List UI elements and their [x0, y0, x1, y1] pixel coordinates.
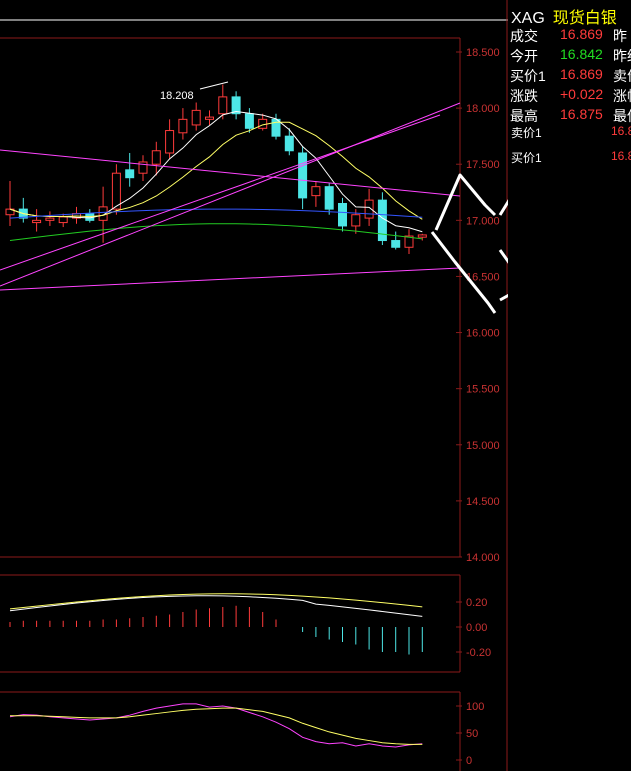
- instrument-name: 现货白银: [552, 10, 617, 27]
- macd-tick-label: -0.20: [466, 647, 491, 659]
- quote-value: 16.869: [560, 66, 603, 82]
- trend-line: [0, 102, 461, 287]
- quote-label: 最高: [510, 108, 538, 124]
- price-tick-label: 14.500: [466, 496, 500, 508]
- candle-body: [191, 109, 201, 126]
- quote-label-secondary: 昨结: [613, 48, 631, 64]
- ma10-line: [9, 121, 423, 220]
- annotation-leader: [199, 81, 229, 90]
- candle-body: [218, 96, 228, 115]
- quote-label: 成交: [510, 28, 538, 44]
- candle-body: [324, 186, 334, 210]
- ma60-line: [9, 223, 423, 242]
- quote-label: 涨跌: [510, 88, 538, 104]
- quote-panel: XAG 现货白银 成交 16.869 昨今开 16.842 昨结买价1 16.869 卖价涨跌…: [508, 0, 631, 771]
- kdj-tick-label: 50: [466, 728, 478, 740]
- candle-body: [284, 135, 294, 152]
- price-tick-label: 16.000: [466, 328, 500, 340]
- candle-body: [391, 240, 401, 248]
- kdj-tick-label: 0: [466, 755, 472, 767]
- candle-body: [125, 169, 135, 179]
- price-tick-label: 18.000: [466, 103, 500, 115]
- price-tick-label: 17.500: [466, 159, 500, 171]
- kdj-d-line: [10, 707, 423, 745]
- candle-body: [32, 219, 42, 224]
- candle-body: [58, 216, 68, 224]
- kdj-tick-label: 100: [466, 701, 484, 713]
- candle-body: [351, 214, 361, 227]
- candle-body: [338, 203, 347, 227]
- candle-body: [205, 116, 214, 120]
- candle-body: [178, 118, 188, 134]
- quote-value: 16.869: [560, 26, 603, 42]
- macd-tick-label: 0.20: [466, 597, 487, 609]
- kdj-k-line: [9, 703, 423, 748]
- candle-body: [244, 113, 254, 129]
- quote-label-secondary: 最低: [613, 108, 631, 124]
- instrument-code: XAG: [511, 10, 545, 27]
- ask-label: 卖价1: [511, 126, 542, 140]
- trend-line: [0, 114, 441, 271]
- candle-body: [165, 130, 175, 154]
- quote-label: 买价1: [510, 68, 546, 84]
- bid-label: 买价1: [511, 151, 542, 165]
- quote-value: 16.842: [560, 46, 603, 62]
- price-tick-label: 15.500: [466, 384, 500, 396]
- candle-body: [45, 217, 55, 221]
- ask-value: 16.8: [611, 124, 631, 138]
- quote-label-secondary: 卖价: [613, 68, 631, 84]
- quote-value: +0.022: [560, 86, 604, 102]
- candle-body: [311, 186, 321, 197]
- bid-value: 16.8: [611, 149, 631, 163]
- price-tick-label: 18.500: [466, 47, 500, 59]
- instrument-header: XAG 现货白银: [511, 4, 617, 28]
- price-tick-label: 17.000: [466, 215, 500, 227]
- macd-tick-label: 0.00: [466, 622, 487, 634]
- quote-label: 今开: [510, 48, 538, 64]
- price-tick-label: 15.000: [466, 440, 500, 452]
- candle-body: [151, 150, 161, 165]
- quote-label-secondary: 涨幅: [613, 88, 631, 104]
- high-annotation: 18.208: [160, 90, 194, 102]
- macd-dif-line: [9, 595, 423, 617]
- price-chart[interactable]: 18.50018.00017.50017.00016.50016.00015.5…: [0, 0, 508, 771]
- candle-body: [298, 152, 308, 199]
- quote-value: 16.875: [560, 106, 603, 122]
- candle-body: [111, 172, 121, 210]
- quote-label-secondary: 昨: [613, 28, 627, 44]
- trend-line: [0, 267, 461, 291]
- candle-body: [417, 234, 427, 238]
- price-tick-label: 14.000: [466, 552, 500, 564]
